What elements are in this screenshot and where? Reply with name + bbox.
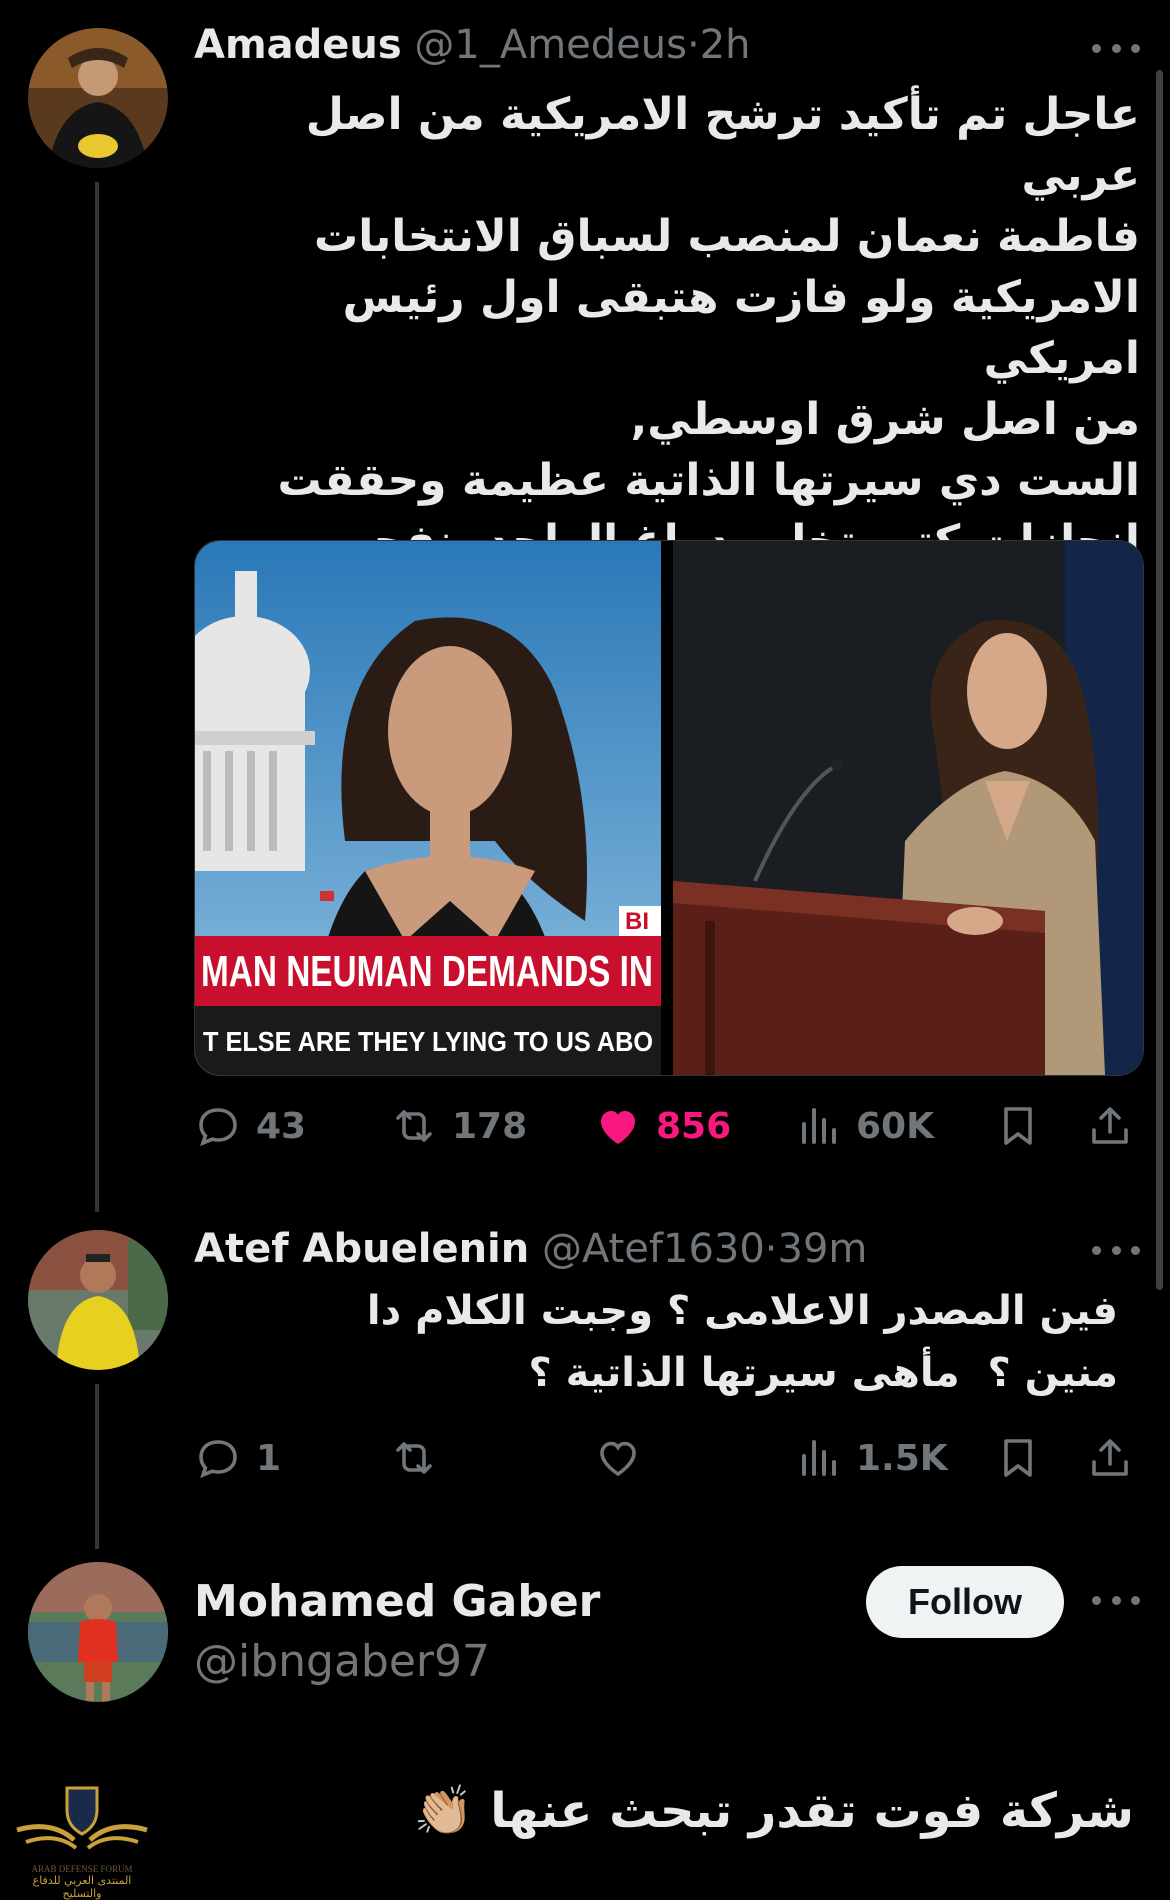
share-button[interactable] — [1086, 1428, 1134, 1488]
quote-user-name[interactable]: Mohamed Gaber — [194, 1576, 600, 1627]
like-button[interactable] — [594, 1428, 656, 1488]
tweet-header: Amadeus @1_Amedeus·2h — [194, 22, 751, 68]
like-button[interactable]: 856 — [594, 1096, 731, 1156]
follow-button[interactable]: Follow — [866, 1566, 1064, 1638]
avatar-image — [28, 28, 168, 168]
thread-line-2 — [95, 1384, 99, 1549]
bookmark-button[interactable] — [994, 1096, 1042, 1156]
reply-count: 43 — [256, 1105, 307, 1147]
breaking-badge: BI — [625, 908, 649, 935]
bookmark-icon — [1004, 1107, 1032, 1145]
avatar-image — [28, 1562, 168, 1702]
tweet-actions: 43 178 856 60K — [194, 1096, 1134, 1156]
quote-user-handle[interactable]: @ibngaber97 — [194, 1636, 490, 1687]
scrollbar[interactable] — [1156, 70, 1163, 1290]
like-count: 856 — [656, 1105, 732, 1147]
quote-text: شركة فوت تقدر تبحث عنها 👏🏼 — [413, 1783, 1134, 1839]
reply-button[interactable]: 1 — [194, 1428, 281, 1488]
share-icon — [1092, 1107, 1128, 1144]
thread-line-1 — [95, 182, 99, 1212]
shield-icon — [16, 1786, 148, 1850]
more-icon[interactable] — [1092, 1596, 1140, 1608]
share-button[interactable] — [1086, 1096, 1134, 1156]
views-icon — [802, 1440, 836, 1476]
author-name[interactable]: Amadeus — [194, 22, 402, 68]
avatar-mohamed[interactable] — [28, 1562, 168, 1702]
media-image-left[interactable]: BI MAN NEUMAN DEMANDS IN T ELSE ARE THEY… — [195, 541, 661, 1075]
more-icon[interactable] — [1092, 1246, 1140, 1258]
heart-icon — [601, 1111, 635, 1144]
repost-button[interactable] — [390, 1428, 452, 1488]
reply-text: فين المصدر الاعلامى ؟ وجبت الكلام دا مني… — [366, 1288, 1118, 1396]
chyron-sub: T ELSE ARE THEY LYING TO US ABO — [203, 1026, 653, 1057]
reply-time[interactable]: 39m — [778, 1226, 868, 1272]
reply-icon — [199, 1440, 237, 1479]
reply-header: Atef Abuelenin @Atef1630·39m — [194, 1226, 867, 1272]
reply-actions: 1 1.5K — [194, 1428, 1134, 1488]
dot-separator: · — [686, 22, 700, 68]
repost-count: 178 — [452, 1105, 528, 1147]
media-image-right[interactable] — [673, 541, 1143, 1075]
avatar-image — [28, 1230, 168, 1370]
repost-icon — [396, 1442, 432, 1474]
repost-icon — [396, 1110, 432, 1142]
heart-icon — [600, 1441, 636, 1477]
watermark-line2: المنتدى العربي للدفاع والتسليح — [32, 1874, 132, 1900]
reply-button[interactable]: 43 — [194, 1096, 306, 1156]
reply-count: 1 — [256, 1437, 282, 1479]
share-icon — [1092, 1439, 1128, 1476]
repost-button[interactable]: 178 — [390, 1096, 527, 1156]
reply-icon — [199, 1108, 237, 1147]
views-count: 1.5K — [856, 1437, 948, 1479]
dot-separator: · — [764, 1226, 778, 1272]
reply-author-handle[interactable]: @Atef1630 — [542, 1226, 765, 1272]
views-button[interactable]: 1.5K — [794, 1428, 948, 1488]
author-handle[interactable]: @1_Amedeus — [414, 22, 687, 68]
avatar-amadeus[interactable] — [28, 28, 168, 168]
reply-author-name[interactable]: Atef Abuelenin — [194, 1226, 529, 1272]
tweet-media[interactable]: BI MAN NEUMAN DEMANDS IN T ELSE ARE THEY… — [194, 540, 1144, 1076]
views-count: 60K — [856, 1105, 934, 1147]
views-icon — [802, 1108, 836, 1144]
watermark-logo: ARAB DEFENSE FORUM المنتدى العربي للدفاع… — [12, 1780, 152, 1900]
tweet-time[interactable]: 2h — [700, 22, 751, 68]
watermark-line1: ARAB DEFENSE FORUM — [31, 1864, 133, 1874]
avatar-atef[interactable] — [28, 1230, 168, 1370]
chyron-main: MAN NEUMAN DEMANDS IN — [201, 947, 653, 996]
views-button[interactable]: 60K — [794, 1096, 934, 1156]
more-icon[interactable] — [1092, 44, 1140, 56]
bookmark-button[interactable] — [994, 1428, 1042, 1488]
bookmark-icon — [1004, 1439, 1032, 1477]
